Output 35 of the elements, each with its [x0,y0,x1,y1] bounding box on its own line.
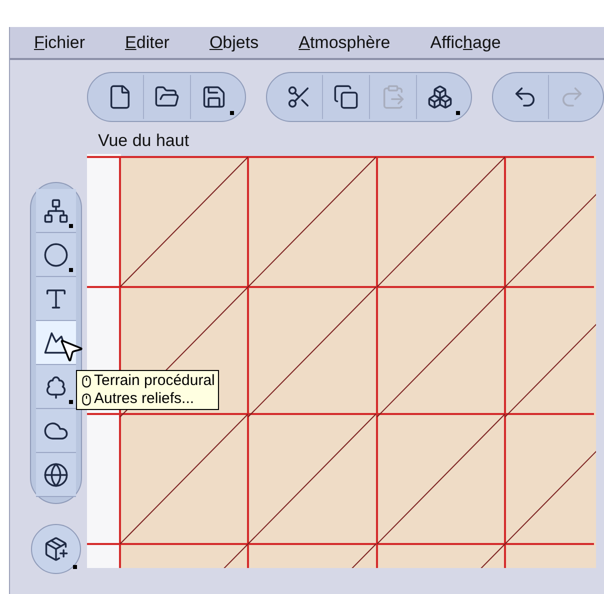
dropdown-indicator [456,110,460,114]
mouse-icon [80,392,93,406]
menu-item[interactable]: Fichier [34,30,86,56]
viewport-title: Vue du haut [98,131,190,151]
tool-button[interactable] [36,453,76,497]
tool-button[interactable] [36,321,76,365]
globe-icon [42,462,68,488]
nodes-icon [42,198,68,224]
dropdown-indicator [68,224,72,228]
sphere-icon [42,242,68,268]
cubes-icon [427,84,453,110]
dropdown-indicator [68,400,72,404]
tool-button[interactable] [36,409,76,453]
dropdown-indicator [72,565,76,569]
tool-button[interactable] [36,365,76,409]
copy-icon [333,84,359,110]
toolbar-button[interactable] [190,74,237,118]
mouse-icon [80,374,93,388]
dropdown-indicator [68,268,72,272]
menu-item[interactable]: Affichage [430,30,501,56]
menu-item[interactable]: Editer [125,30,170,56]
folder-icon [154,84,180,110]
tool-button[interactable] [36,277,76,321]
save-icon [201,84,227,110]
terrain-icon [42,330,68,356]
tooltip-item: Autres reliefs... [94,390,194,408]
scissors-icon [286,84,312,110]
toolbar-button[interactable] [416,74,463,118]
tool-button[interactable] [36,189,76,233]
menu-item[interactable]: Objets [209,30,259,56]
dropdown-indicator [230,110,234,114]
import-button[interactable] [30,524,80,574]
tool-button[interactable] [36,233,76,277]
menu-item[interactable]: Atmosphère [298,30,390,56]
tooltip-item: Terrain procédural [94,372,215,390]
